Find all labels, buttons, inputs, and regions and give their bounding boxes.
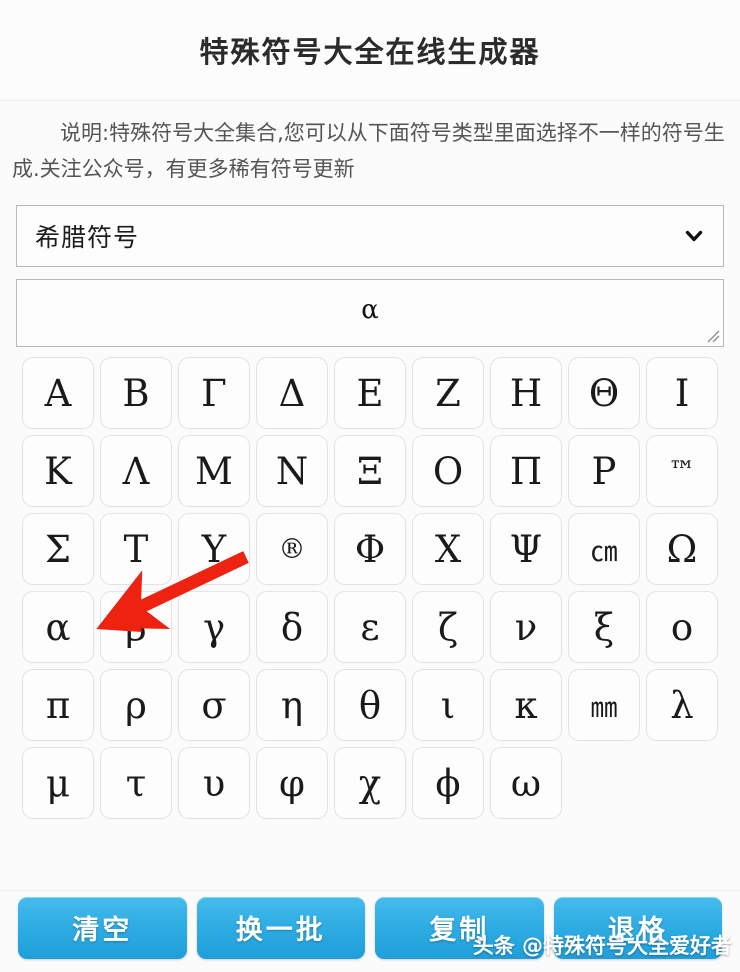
symbol-tile[interactable]: Γ <box>178 357 250 429</box>
symbol-tile[interactable]: κ <box>490 669 562 741</box>
symbol-tile[interactable]: Α <box>22 357 94 429</box>
symbol-tile[interactable]: β <box>100 591 172 663</box>
symbol-tile[interactable]: Β <box>100 357 172 429</box>
symbol-tile[interactable]: ϕ <box>412 747 484 819</box>
symbol-tile[interactable]: ™ <box>646 435 718 507</box>
chevron-down-icon <box>683 225 705 247</box>
resize-grip-icon[interactable] <box>704 327 720 343</box>
symbol-tile[interactable]: Υ <box>178 513 250 585</box>
symbol-tile[interactable]: Ε <box>334 357 406 429</box>
copy-button[interactable]: 复制 <box>375 896 544 959</box>
symbol-tile[interactable]: Ζ <box>412 357 484 429</box>
page-title: 特殊符号大全在线生成器 <box>199 35 541 69</box>
app-page: 特殊符号大全在线生成器 说明:特殊符号大全集合,您可以从下面符号类型里面选择不一… <box>0 0 740 972</box>
action-bar: 清空 换一批 复制 退格 <box>0 890 740 972</box>
symbol-tile[interactable]: γ <box>178 591 250 663</box>
symbol-tile[interactable]: Κ <box>22 435 94 507</box>
category-select[interactable]: 希腊符号 <box>16 205 724 267</box>
symbol-tile[interactable]: Λ <box>100 435 172 507</box>
symbol-tile[interactable]: μ <box>22 747 94 819</box>
symbol-tile[interactable]: ㎜ <box>568 669 640 741</box>
symbol-tile[interactable]: Τ <box>100 513 172 585</box>
output-textarea[interactable]: α <box>16 279 724 347</box>
symbol-tile[interactable]: ε <box>334 591 406 663</box>
symbol-tile[interactable]: Χ <box>412 513 484 585</box>
symbol-tile[interactable]: Μ <box>178 435 250 507</box>
symbol-tile[interactable]: Σ <box>22 513 94 585</box>
symbol-tile[interactable]: σ <box>178 669 250 741</box>
symbol-tile[interactable]: ω <box>490 747 562 819</box>
output-value: α <box>361 295 379 325</box>
symbol-tile[interactable]: τ <box>100 747 172 819</box>
symbol-tile[interactable]: ξ <box>568 591 640 663</box>
symbol-tile[interactable]: Η <box>490 357 562 429</box>
shuffle-button[interactable]: 换一批 <box>196 896 365 959</box>
symbol-tile[interactable]: Θ <box>568 357 640 429</box>
symbol-tile[interactable]: η <box>256 669 328 741</box>
symbol-tile[interactable]: π <box>22 669 94 741</box>
symbol-tile[interactable]: α <box>22 591 94 663</box>
symbol-tile[interactable]: λ <box>646 669 718 741</box>
symbol-tile[interactable]: θ <box>334 669 406 741</box>
symbol-tile[interactable]: ㎝ <box>568 513 640 585</box>
symbol-tile[interactable]: υ <box>178 747 250 819</box>
symbol-tile[interactable]: Ο <box>412 435 484 507</box>
symbol-tile[interactable]: ζ <box>412 591 484 663</box>
symbol-tile[interactable]: χ <box>334 747 406 819</box>
symbol-tile[interactable]: δ <box>256 591 328 663</box>
page-header: 特殊符号大全在线生成器 <box>0 0 740 101</box>
symbol-tile[interactable]: ο <box>646 591 718 663</box>
symbol-grid: Α Β Γ Δ Ε Ζ Η Θ Ι Κ Λ Μ Ν Ξ Ο Π Ρ ™ Σ Τ Υ ® Φ Χ Ψ ㎝ Ωα β γ δ ε ζ ν ξ ο π ρ σ η… <box>22 357 722 819</box>
clear-button[interactable]: 清空 <box>18 896 187 959</box>
category-select-value: 希腊符号 <box>35 223 140 252</box>
description-text: 说明:特殊符号大全集合,您可以从下面符号类型里面选择不一样的符号生成.关注公众号… <box>12 121 725 181</box>
symbol-tile[interactable]: ν <box>490 591 562 663</box>
symbol-tile[interactable]: Ψ <box>490 513 562 585</box>
symbol-tile[interactable]: φ <box>256 747 328 819</box>
symbol-tile[interactable]: ι <box>412 669 484 741</box>
symbol-tile[interactable]: Ω <box>646 513 718 585</box>
symbol-tile[interactable]: ρ <box>100 669 172 741</box>
symbol-tile[interactable]: Π <box>490 435 562 507</box>
symbol-tile[interactable]: Ξ <box>334 435 406 507</box>
symbol-tile[interactable]: ® <box>256 513 328 585</box>
symbol-tile[interactable]: Ν <box>256 435 328 507</box>
symbol-tile[interactable]: Ι <box>646 357 718 429</box>
backspace-button[interactable]: 退格 <box>553 896 722 959</box>
symbol-tile[interactable]: Φ <box>334 513 406 585</box>
symbol-tile[interactable]: Ρ <box>568 435 640 507</box>
symbol-tile[interactable]: Δ <box>256 357 328 429</box>
